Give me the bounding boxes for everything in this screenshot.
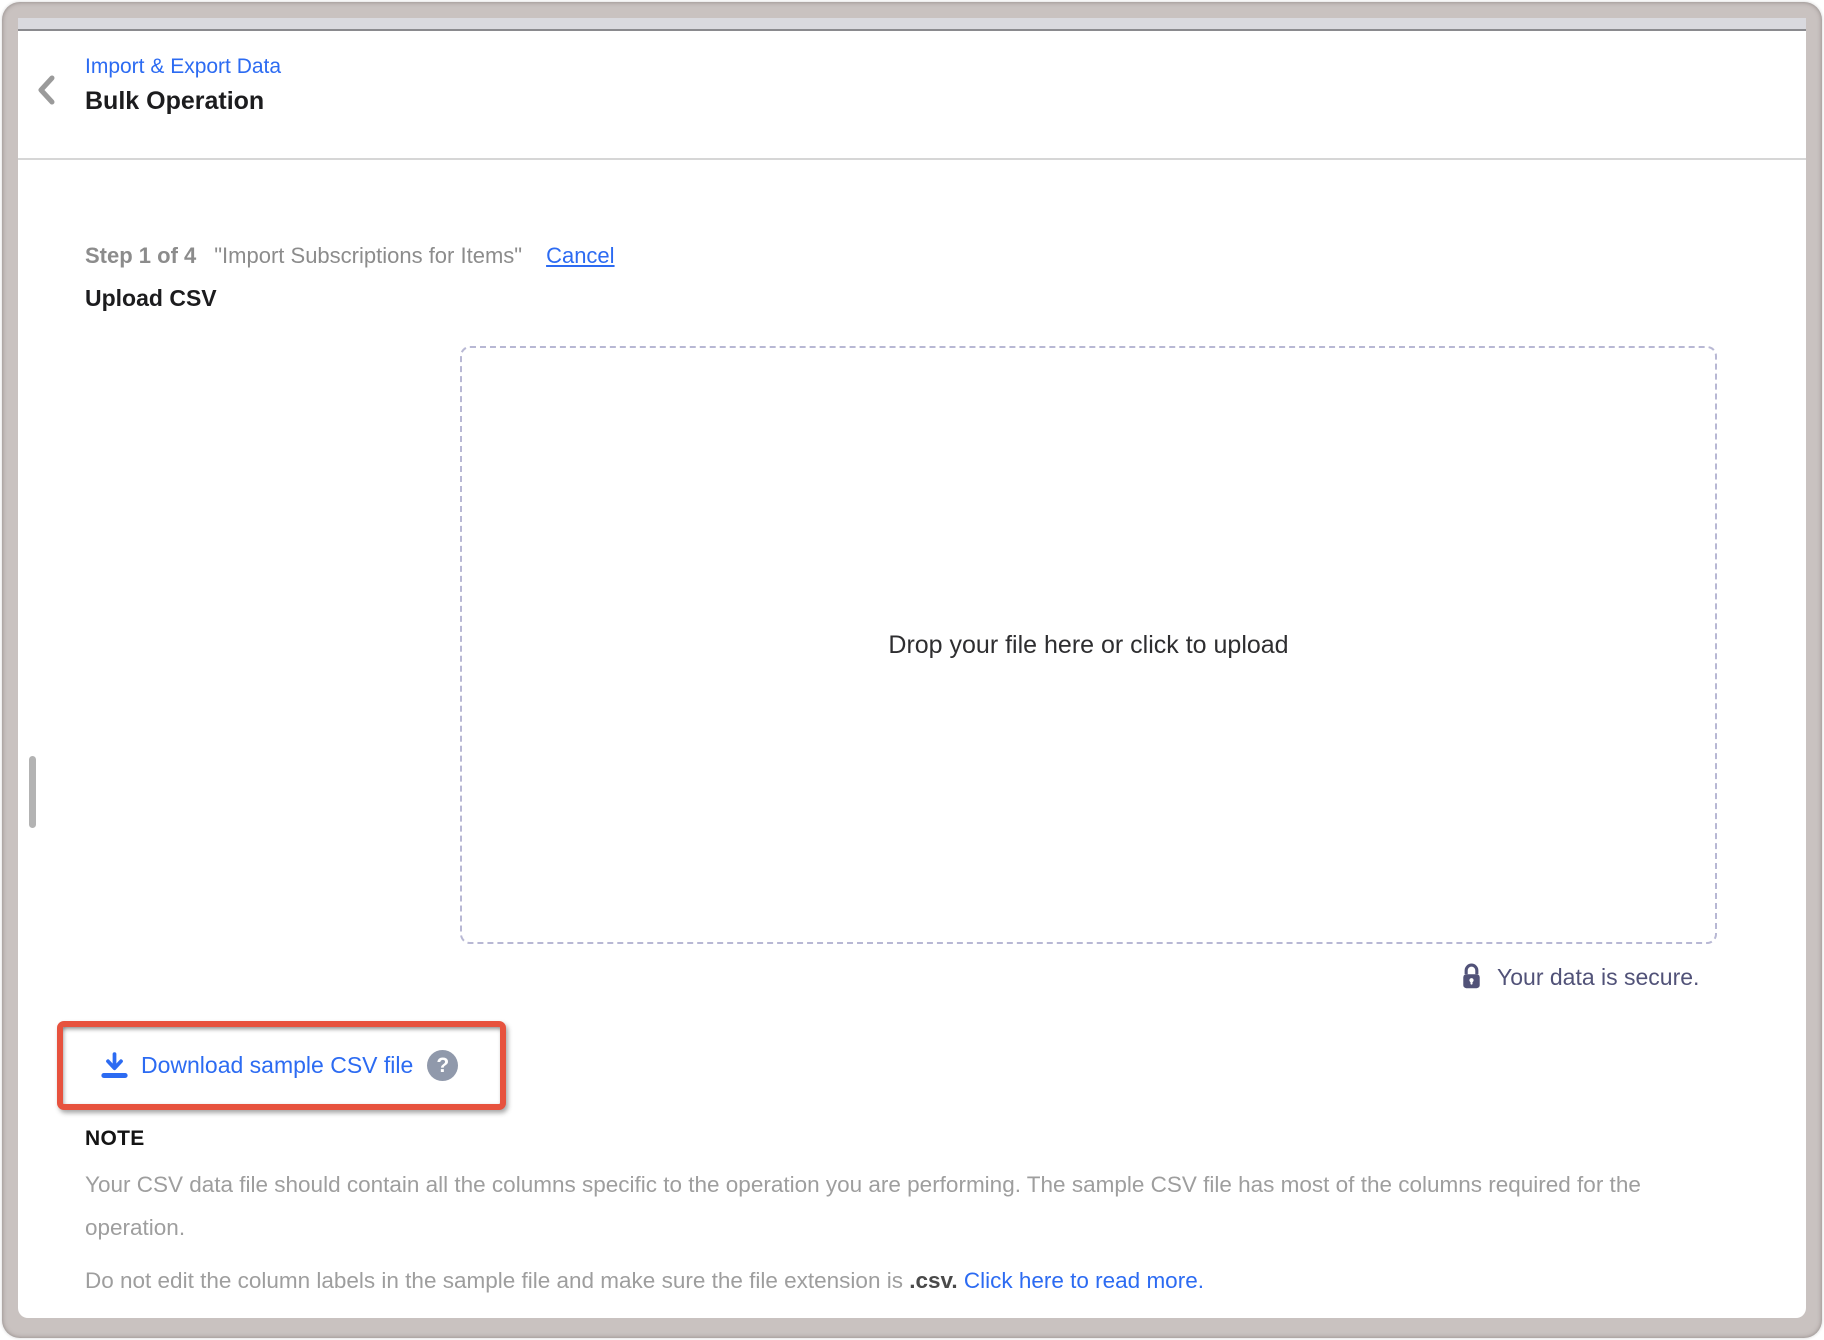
help-icon[interactable]: ? [427,1050,458,1081]
operation-name: "Import Subscriptions for Items" [214,243,522,269]
note-paragraph-2: Do not edit the column labels in the sam… [85,1263,1745,1299]
upload-csv-heading: Upload CSV [85,285,217,312]
header-divider [18,158,1806,160]
read-more-link[interactable]: Click here to read more. [964,1268,1204,1293]
download-icon [99,1051,130,1081]
step-row: Step 1 of 4 "Import Subscriptions for It… [85,243,615,269]
window-titlebar-edge [18,18,1806,31]
scrollbar-thumb[interactable] [29,756,36,828]
page-title: Bulk Operation [85,87,264,116]
file-dropzone[interactable]: Drop your file here or click to upload [460,346,1717,944]
secure-text: Your data is secure. [1497,964,1699,991]
lock-icon [1458,962,1485,992]
app-window: Import & Export Data Bulk Operation Step… [2,2,1822,1338]
chevron-left-icon [34,73,60,107]
dropzone-text: Drop your file here or click to upload [888,631,1288,660]
csv-extension-text: .csv. [909,1268,957,1293]
breadcrumb-import-export[interactable]: Import & Export Data [85,55,281,79]
back-button[interactable] [34,73,60,107]
page-content: Import & Export Data Bulk Operation Step… [18,31,1806,1318]
data-secure-row: Your data is secure. [1458,959,1699,995]
step-indicator: Step 1 of 4 [85,243,196,269]
cancel-link[interactable]: Cancel [546,243,614,269]
download-label: Download sample CSV file [141,1052,413,1079]
annotation-highlight-box: Download sample CSV file ? [57,1021,506,1110]
note-heading: NOTE [85,1127,145,1151]
note-paragraph-1: Your CSV data file should contain all th… [85,1163,1675,1249]
note-paragraph-2-prefix: Do not edit the column labels in the sam… [85,1268,909,1293]
download-sample-csv-link[interactable]: Download sample CSV file [99,1051,413,1081]
